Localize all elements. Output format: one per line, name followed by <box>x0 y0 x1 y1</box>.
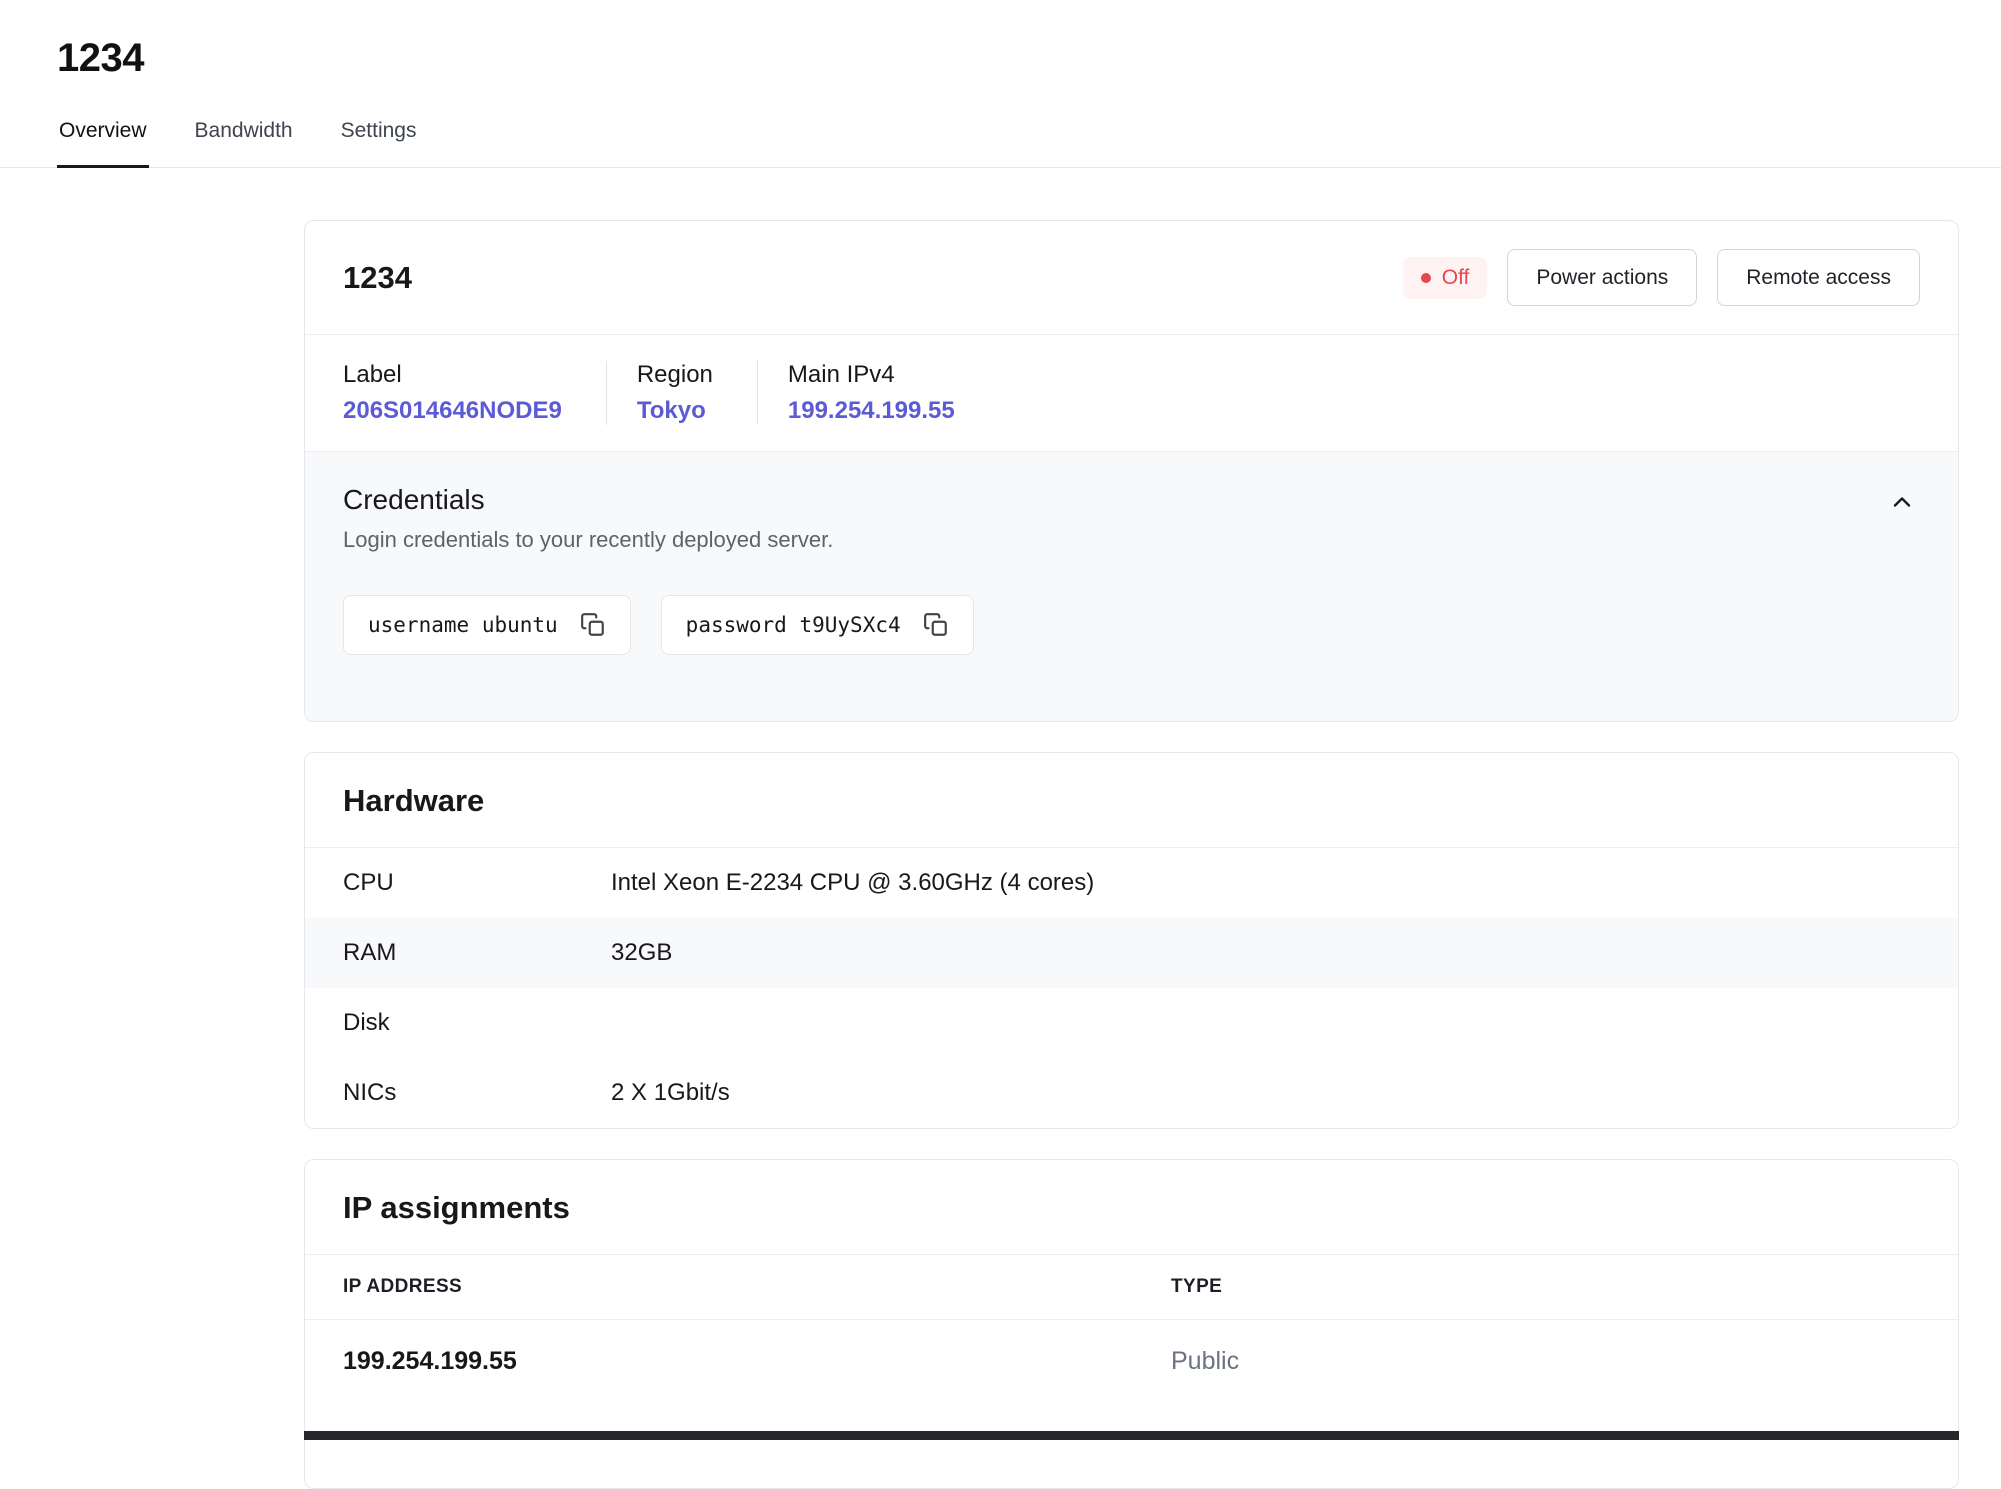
tab-bar: Overview Bandwidth Settings <box>0 115 2001 168</box>
hardware-row-ram: RAM 32GB <box>305 918 1958 988</box>
power-actions-button[interactable]: Power actions <box>1507 249 1697 306</box>
type-column-header: TYPE <box>1171 1276 1920 1298</box>
server-actions: Off Power actions Remote access <box>1403 249 1920 306</box>
tab-bandwidth[interactable]: Bandwidth <box>193 115 295 168</box>
hardware-row-label: NICs <box>343 1079 611 1107</box>
table-row: 199.254.199.55 Public <box>305 1320 1958 1403</box>
tab-overview[interactable]: Overview <box>57 115 149 168</box>
hardware-row-disk: Disk <box>305 988 1958 1058</box>
ip-address-column-header: IP ADDRESS <box>343 1276 1171 1298</box>
page-title: 1234 <box>57 36 2001 81</box>
status-label: Off <box>1442 266 1470 290</box>
info-label: Label <box>343 361 562 389</box>
ip-type-cell: Public <box>1171 1347 1920 1376</box>
hardware-row-label: CPU <box>343 869 611 897</box>
server-info-row: Label 206S014646NODE9 Region Tokyo Main … <box>305 334 1958 451</box>
info-block-label: Label 206S014646NODE9 <box>343 361 607 425</box>
server-name: 1234 <box>343 260 412 296</box>
bottom-cutoff-bar <box>304 1431 1959 1440</box>
copy-icon[interactable] <box>923 612 949 638</box>
password-text: password t9UySXc4 <box>686 613 901 637</box>
hardware-rows: CPU Intel Xeon E-2234 CPU @ 3.60GHz (4 c… <box>305 847 1958 1128</box>
hardware-row-cpu: CPU Intel Xeon E-2234 CPU @ 3.60GHz (4 c… <box>305 848 1958 918</box>
hardware-row-value: 32GB <box>611 939 672 967</box>
tab-settings[interactable]: Settings <box>339 115 419 168</box>
ip-assignments-title: IP assignments <box>305 1160 1958 1254</box>
ip-address-cell: 199.254.199.55 <box>343 1347 1171 1376</box>
credentials-heading-group: Credentials Login credentials to your re… <box>343 484 833 553</box>
password-chip: password t9UySXc4 <box>661 595 974 655</box>
ip-table-header: IP ADDRESS TYPE <box>305 1254 1958 1320</box>
hardware-row-value: Intel Xeon E-2234 CPU @ 3.60GHz (4 cores… <box>611 869 1094 897</box>
username-chip: username ubuntu <box>343 595 631 655</box>
credential-chips: username ubuntu password t9UySXc4 <box>343 595 1920 655</box>
page-header: 1234 <box>0 0 2001 81</box>
username-text: username ubuntu <box>368 613 558 637</box>
server-card-header: 1234 Off Power actions Remote access <box>305 221 1958 334</box>
credentials-header: Credentials Login credentials to your re… <box>343 484 1920 553</box>
credentials-title: Credentials <box>343 484 833 516</box>
chevron-up-icon[interactable] <box>1884 484 1920 520</box>
hardware-row-label: RAM <box>343 939 611 967</box>
credentials-section: Credentials Login credentials to your re… <box>305 451 1958 721</box>
status-dot-icon <box>1421 273 1431 283</box>
server-label-link[interactable]: 206S014646NODE9 <box>343 397 562 425</box>
server-ipv4-link[interactable]: 199.254.199.55 <box>788 397 955 425</box>
info-label: Region <box>637 361 713 389</box>
hardware-row-nics: NICs 2 X 1Gbit/s <box>305 1058 1958 1128</box>
info-label: Main IPv4 <box>788 361 955 389</box>
status-badge: Off <box>1403 257 1488 299</box>
hardware-title: Hardware <box>305 753 1958 847</box>
main-content: 1234 Off Power actions Remote access Lab… <box>304 220 1959 1489</box>
copy-icon[interactable] <box>580 612 606 638</box>
remote-access-button[interactable]: Remote access <box>1717 249 1920 306</box>
hardware-card: Hardware CPU Intel Xeon E-2234 CPU @ 3.6… <box>304 752 1959 1129</box>
credentials-subtitle: Login credentials to your recently deplo… <box>343 527 833 553</box>
server-card: 1234 Off Power actions Remote access Lab… <box>304 220 1959 722</box>
hardware-row-label: Disk <box>343 1009 611 1037</box>
hardware-row-value: 2 X 1Gbit/s <box>611 1079 730 1107</box>
server-region-link[interactable]: Tokyo <box>637 397 706 425</box>
info-block-region: Region Tokyo <box>607 361 758 425</box>
info-block-ipv4: Main IPv4 199.254.199.55 <box>758 361 999 425</box>
